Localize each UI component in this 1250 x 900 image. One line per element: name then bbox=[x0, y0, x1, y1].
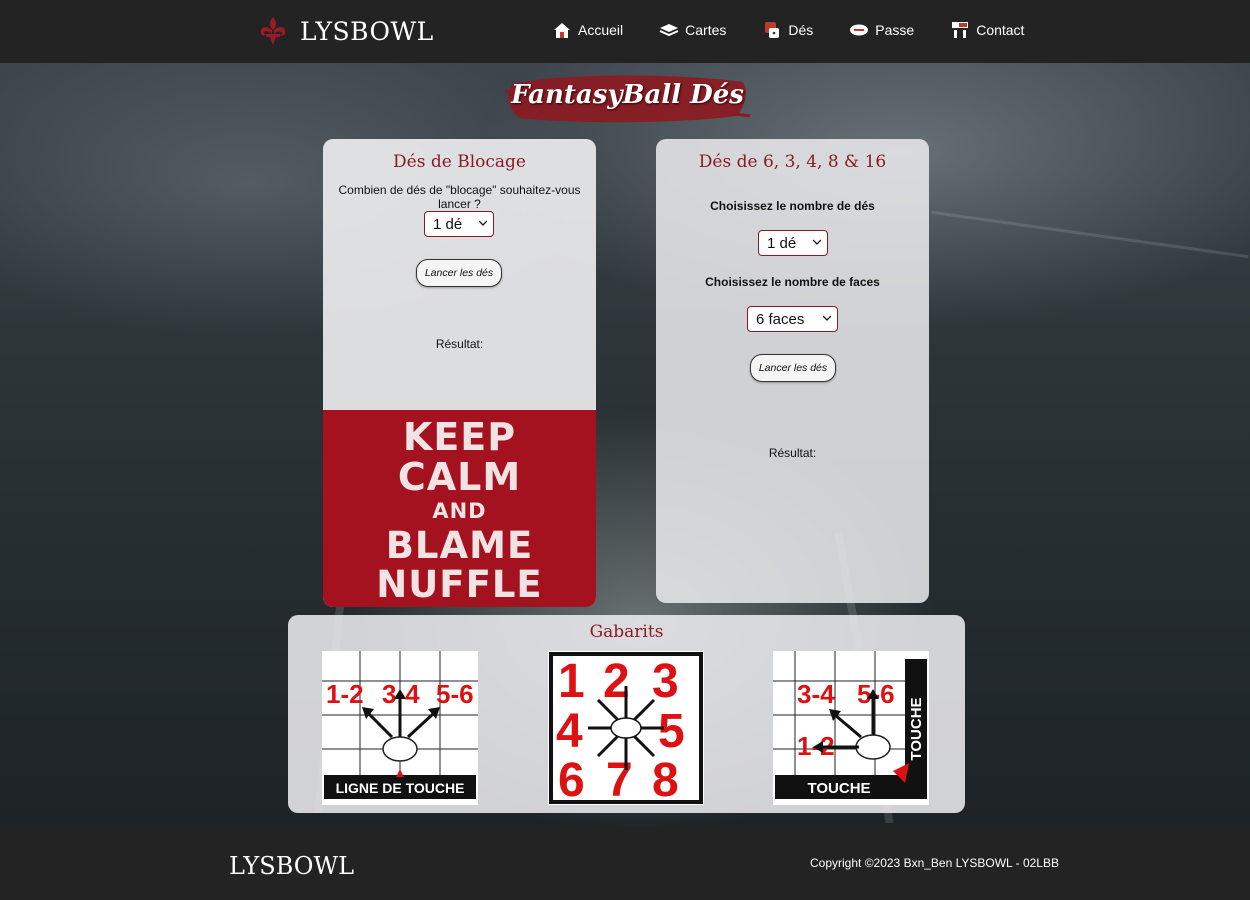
chevron-down-icon bbox=[479, 220, 487, 226]
block-dice-count-select[interactable]: 1 dé bbox=[424, 211, 494, 237]
nav-accueil[interactable]: Accueil bbox=[552, 20, 623, 40]
nav-passe[interactable]: Passe bbox=[849, 20, 914, 40]
block-dice-card: Dés de Blocage Combien de dés de "blocag… bbox=[323, 139, 596, 607]
nav-contact-label: Contact bbox=[976, 22, 1025, 38]
dice-faces-value: 6 faces bbox=[756, 310, 805, 328]
chevron-down-icon bbox=[823, 315, 831, 321]
roll-block-dice-button[interactable]: Lancer les dés bbox=[416, 259, 502, 287]
block-dice-title: Dés de Blocage bbox=[393, 152, 526, 172]
top-navbar: LYSBOWL Accueil Cartes Dés Passe Contact bbox=[0, 0, 1250, 63]
nav-passe-label: Passe bbox=[875, 22, 915, 38]
throw-in-template-graphic: 1-2 3-4 5-6 LIGNE DE TOUCHE bbox=[322, 651, 478, 799]
nav-cartes[interactable]: Cartes bbox=[659, 20, 726, 40]
corner-throw-in-template-graphic: 3-4 5-6 1-2 TOUCHE TOUCHE bbox=[773, 651, 927, 799]
template-label: 6 bbox=[558, 754, 585, 805]
template-label: 4 bbox=[556, 705, 583, 758]
brand[interactable]: LYSBOWL bbox=[256, 14, 434, 48]
main-nav: Accueil Cartes Dés Passe Contact bbox=[552, 20, 1060, 40]
multi-dice-title: Dés de 6, 3, 4, 8 & 16 bbox=[698, 152, 887, 172]
poster-line: BLAME bbox=[385, 524, 534, 567]
corner-throw-in-template-image[interactable]: 3-4 5-6 1-2 TOUCHE TOUCHE bbox=[773, 651, 929, 805]
dice-count-select[interactable]: 1 dé bbox=[758, 230, 828, 256]
page-title-banner: FantasyBall Dés bbox=[505, 68, 750, 128]
template-label: 1 bbox=[558, 655, 585, 708]
template-label: 3-4 bbox=[797, 679, 835, 709]
poster-line: CALM bbox=[397, 455, 522, 499]
template-label: 7 bbox=[606, 754, 633, 805]
chevron-down-icon bbox=[813, 239, 821, 245]
footer-brand: LYSBOWL bbox=[229, 852, 355, 880]
throw-in-template-image[interactable]: 1-2 3-4 5-6 LIGNE DE TOUCHE bbox=[322, 651, 478, 805]
multi-dice-result-label: Résultat: bbox=[768, 446, 817, 460]
template-label: 3 bbox=[652, 655, 679, 708]
home-icon bbox=[554, 23, 570, 38]
footer: LYSBOWL Copyright ©2023 Bxn_Ben LYSBOWL … bbox=[0, 825, 1250, 900]
template-caption: TOUCHE bbox=[807, 780, 870, 797]
page-title: FantasyBall Dés bbox=[511, 80, 744, 110]
block-dice-result-label: Résultat: bbox=[435, 337, 484, 351]
football-icon bbox=[850, 24, 869, 36]
contact-icon bbox=[952, 22, 969, 38]
template-side-caption: TOUCHE bbox=[908, 697, 925, 760]
nav-contact[interactable]: Contact bbox=[950, 20, 1024, 40]
template-caption: LIGNE DE TOUCHE bbox=[336, 780, 465, 796]
dice-faces-label: Choisissez le nombre de faces bbox=[705, 275, 880, 289]
template-label: 8 bbox=[652, 754, 679, 805]
nav-accueil-label: Accueil bbox=[578, 22, 624, 38]
templates-section: Gabarits 1-2 3-4 5-6 LIGNE DE TOUCHE 1 2… bbox=[288, 615, 965, 813]
templates-title: Gabarits bbox=[589, 622, 664, 642]
nav-des-label: Dés bbox=[788, 22, 814, 38]
scatter-template-image[interactable]: 1 2 3 4 5 6 7 8 bbox=[548, 651, 704, 807]
dice-faces-select[interactable]: 6 faces bbox=[747, 306, 838, 332]
dice-count-value: 1 dé bbox=[767, 234, 797, 252]
roll-dice-button[interactable]: Lancer les dés bbox=[750, 354, 836, 382]
multi-dice-card: Dés de 6, 3, 4, 8 & 16 Choisissez le nom… bbox=[656, 139, 929, 603]
cards-icon bbox=[659, 24, 679, 37]
template-label: 1-2 bbox=[326, 679, 364, 709]
poster-line: NUFFLE bbox=[376, 563, 543, 606]
roll-block-dice-label: Lancer les dés bbox=[424, 267, 494, 279]
nav-cartes-label: Cartes bbox=[685, 22, 727, 38]
footer-copyright: Copyright ©2023 Bxn_Ben LYSBOWL - 02LBB bbox=[810, 856, 1059, 870]
dice-count-label: Choisissez le nombre de dés bbox=[710, 199, 875, 213]
poster-line: KEEP bbox=[402, 415, 517, 459]
dice-icon bbox=[765, 22, 780, 38]
template-label: 5-6 bbox=[436, 679, 474, 709]
poster-line: AND bbox=[432, 499, 487, 523]
block-dice-count-value: 1 dé bbox=[433, 215, 463, 233]
brand-name: LYSBOWL bbox=[300, 16, 434, 46]
block-dice-question: Combien de dés de "blocage" souhaitez-vo… bbox=[338, 183, 581, 211]
keep-calm-poster: KEEP CALM AND BLAME NUFFLE bbox=[323, 410, 596, 607]
field-line bbox=[931, 210, 1249, 259]
roll-dice-label: Lancer les dés bbox=[758, 362, 828, 374]
fleur-de-lys-logo-icon bbox=[260, 17, 286, 45]
scatter-template-graphic: 1 2 3 4 5 6 7 8 bbox=[549, 652, 703, 807]
template-label: 5 bbox=[658, 705, 685, 758]
nav-des[interactable]: Dés bbox=[762, 20, 813, 40]
